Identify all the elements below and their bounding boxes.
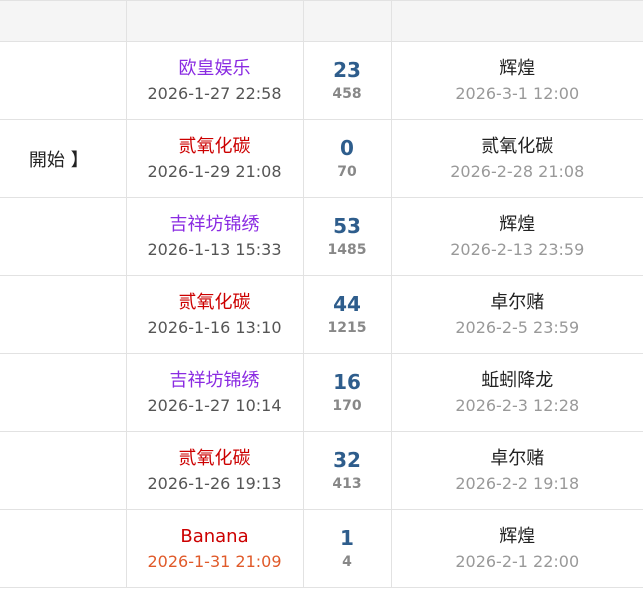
last-post-cell: 辉煌 2026-2-13 23:59 [390, 197, 643, 276]
views-count: 170 [332, 397, 362, 414]
author-cell: 吉祥坊锦绣 2026-1-13 15:33 [125, 197, 304, 276]
header-author-cell [125, 0, 304, 42]
last-post-cell: 辉煌 2026-3-1 12:00 [390, 41, 643, 120]
thread-title-cell[interactable] [0, 431, 127, 510]
views-count: 70 [337, 163, 357, 180]
thread-title-cell[interactable] [0, 353, 127, 432]
table-row[interactable]: 吉祥坊锦绣 2026-1-13 15:33 53 1485 辉煌 2026-2-… [0, 197, 643, 276]
author-cell: 吉祥坊锦绣 2026-1-27 10:14 [125, 353, 304, 432]
views-count: 413 [332, 475, 362, 492]
author-link[interactable]: 吉祥坊锦绣 [170, 214, 260, 235]
post-time: 2026-1-16 13:10 [147, 317, 282, 337]
last-post-cell: 卓尔赌 2026-2-2 19:18 [390, 431, 643, 510]
replies-count[interactable]: 0 [340, 136, 354, 160]
table-row[interactable]: 贰氧化碳 2026-1-26 19:13 32 413 卓尔赌 2026-2-2… [0, 431, 643, 510]
last-post-time-link[interactable]: 2026-3-1 12:00 [455, 84, 579, 103]
thread-title-cell[interactable] [0, 197, 127, 276]
table-header-row [0, 0, 643, 42]
replies-count[interactable]: 53 [333, 214, 361, 238]
author-link[interactable]: 欧皇娱乐 [179, 58, 251, 79]
post-time: 2026-1-27 22:58 [147, 83, 282, 103]
author-cell: 贰氧化碳 2026-1-29 21:08 [125, 119, 304, 198]
last-post-time-link[interactable]: 2026-2-13 23:59 [450, 240, 584, 259]
views-count: 458 [332, 85, 362, 102]
author-cell: 欧皇娱乐 2026-1-27 22:58 [125, 41, 304, 120]
post-time: 2026-1-29 21:08 [147, 161, 282, 181]
thread-table: 欧皇娱乐 2026-1-27 22:58 23 458 辉煌 2026-3-1 … [0, 0, 643, 588]
last-post-cell: 卓尔赌 2026-2-5 23:59 [390, 275, 643, 354]
author-cell: Banana 2026-1-31 21:09 [125, 509, 304, 588]
replies-count[interactable]: 32 [333, 448, 361, 472]
thread-title-cell[interactable] [0, 275, 127, 354]
post-time: 2026-1-31 21:09 [147, 551, 282, 571]
author-link[interactable]: 吉祥坊锦绣 [170, 370, 260, 391]
header-title-cell [0, 0, 127, 42]
last-poster-link[interactable]: 辉煌 [499, 58, 535, 79]
last-post-cell: 辉煌 2026-2-1 22:00 [390, 509, 643, 588]
last-post-time-link[interactable]: 2026-2-2 19:18 [455, 474, 579, 493]
author-link[interactable]: 贰氧化碳 [179, 292, 251, 313]
last-post-time-link[interactable]: 2026-2-3 12:28 [455, 396, 579, 415]
last-post-cell: 贰氧化碳 2026-2-28 21:08 [390, 119, 643, 198]
header-lastpost-cell [390, 0, 643, 42]
last-post-cell: 蚯蚓降龙 2026-2-3 12:28 [390, 353, 643, 432]
replies-count[interactable]: 1 [340, 526, 354, 550]
author-link[interactable]: Banana [180, 526, 248, 547]
author-link[interactable]: 贰氧化碳 [179, 448, 251, 469]
post-time: 2026-1-27 10:14 [147, 395, 282, 415]
post-time: 2026-1-13 15:33 [147, 239, 282, 259]
stats-cell: 44 1215 [302, 275, 392, 354]
last-poster-link[interactable]: 蚯蚓降龙 [481, 370, 553, 391]
stats-cell: 23 458 [302, 41, 392, 120]
table-row[interactable]: 吉祥坊锦绣 2026-1-27 10:14 16 170 蚯蚓降龙 2026-2… [0, 353, 643, 432]
table-row[interactable]: 贰氧化碳 2026-1-16 13:10 44 1215 卓尔赌 2026-2-… [0, 275, 643, 354]
replies-count[interactable]: 44 [333, 292, 361, 316]
table-row[interactable]: Banana 2026-1-31 21:09 1 4 辉煌 2026-2-1 2… [0, 509, 643, 588]
last-poster-link[interactable]: 辉煌 [499, 214, 535, 235]
stats-cell: 16 170 [302, 353, 392, 432]
author-link[interactable]: 贰氧化碳 [179, 136, 251, 157]
author-cell: 贰氧化碳 2026-1-16 13:10 [125, 275, 304, 354]
last-poster-link[interactable]: 辉煌 [499, 526, 535, 547]
last-poster-link[interactable]: 卓尔赌 [490, 448, 544, 469]
last-poster-link[interactable]: 贰氧化碳 [481, 136, 553, 157]
post-time: 2026-1-26 19:13 [147, 473, 282, 493]
last-post-time-link[interactable]: 2026-2-1 22:00 [455, 552, 579, 571]
last-poster-link[interactable]: 卓尔赌 [490, 292, 544, 313]
last-post-time-link[interactable]: 2026-2-5 23:59 [455, 318, 579, 337]
stats-cell: 53 1485 [302, 197, 392, 276]
table-row[interactable]: 欧皇娱乐 2026-1-27 22:58 23 458 辉煌 2026-3-1 … [0, 41, 643, 120]
thread-title[interactable]: 開始 】 [29, 150, 89, 171]
last-post-time-link[interactable]: 2026-2-28 21:08 [450, 162, 584, 181]
author-cell: 贰氧化碳 2026-1-26 19:13 [125, 431, 304, 510]
stats-cell: 0 70 [302, 119, 392, 198]
stats-cell: 1 4 [302, 509, 392, 588]
header-replies-cell [302, 0, 392, 42]
replies-count[interactable]: 16 [333, 370, 361, 394]
replies-count[interactable]: 23 [333, 58, 361, 82]
views-count: 1215 [327, 319, 367, 336]
thread-title-cell[interactable]: 開始 】 [0, 119, 127, 198]
table-row[interactable]: 開始 】 贰氧化碳 2026-1-29 21:08 0 70 贰氧化碳 2026… [0, 119, 643, 198]
views-count: 1485 [327, 241, 367, 258]
thread-title-cell[interactable] [0, 41, 127, 120]
thread-title-cell[interactable] [0, 509, 127, 588]
views-count: 4 [342, 553, 352, 570]
stats-cell: 32 413 [302, 431, 392, 510]
